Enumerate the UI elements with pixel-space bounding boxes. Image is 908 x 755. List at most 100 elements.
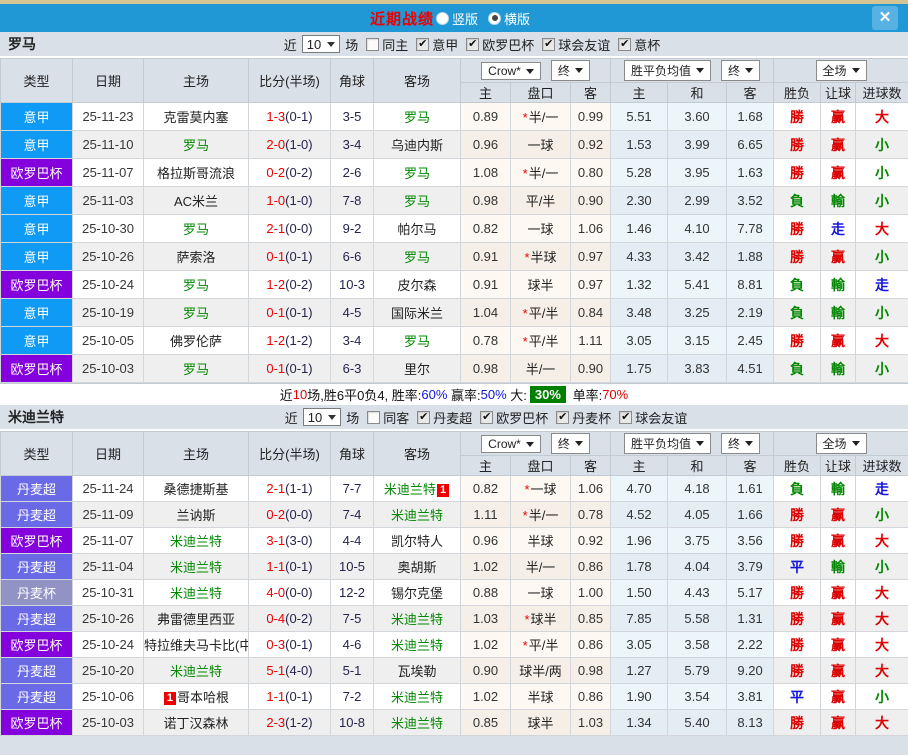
fulltime-score: 0-3 [266, 637, 285, 652]
summary-segment: 大: [507, 385, 527, 404]
league-filter-checkbox[interactable]: ✔ [480, 411, 493, 424]
fullmatch-select[interactable]: 全场 [816, 433, 867, 454]
league-filter-checkbox[interactable]: ✔ [416, 38, 429, 51]
match-count-select[interactable]: 10 [303, 408, 341, 426]
result-handicap: 赢 [821, 658, 856, 684]
away-team: 米迪兰特 [374, 606, 461, 632]
score-cell: 0-4(0-2) [249, 606, 331, 632]
home-team: 罗马 [144, 271, 249, 299]
crow-select[interactable]: Crow* [481, 435, 541, 453]
corner-score: 5-1 [331, 658, 374, 684]
league-badge: 丹麦超 [1, 606, 73, 632]
crow-home-odds: 0.88 [461, 580, 511, 606]
result-handicap: 赢 [821, 606, 856, 632]
crow-home-odds: 1.11 [461, 502, 511, 528]
summary-segment: 10 [293, 387, 307, 402]
corner-score: 6-3 [331, 355, 374, 383]
corner-score: 4-6 [331, 632, 374, 658]
home-team: 佛罗伦萨 [144, 327, 249, 355]
mean-home-odds: 1.32 [611, 271, 668, 299]
summary-segment: 场,胜6平0负4, 胜率: [307, 385, 421, 404]
result-handicap: 赢 [821, 684, 856, 710]
match-date: 25-10-31 [73, 580, 144, 606]
mean-select[interactable]: 胜平负均值 [624, 60, 711, 81]
chevron-down-icon [745, 441, 753, 446]
chevron-down-icon [328, 415, 336, 420]
result-goals: 大 [856, 215, 908, 243]
crow-home-odds: 0.82 [461, 476, 511, 502]
result-wdl: 平 [774, 554, 821, 580]
radio-horizontal-label[interactable]: 横版 [504, 9, 530, 28]
handicap-line: 半球 [511, 684, 571, 710]
crow-away-odds: 1.06 [571, 476, 611, 502]
handicap-star: * [523, 110, 528, 125]
result-goals: 大 [856, 658, 908, 684]
same-venue-checkbox[interactable] [366, 38, 379, 51]
dialog-title: 近期战绩 [370, 8, 434, 29]
col-header-type: 类型 [1, 432, 73, 476]
score-cell: 2-1(0-0) [249, 215, 331, 243]
fulltime-score: 1-0 [266, 193, 285, 208]
result-handicap: 輸 [821, 271, 856, 299]
result-handicap: 赢 [821, 632, 856, 658]
league-filter-checkbox[interactable]: ✔ [619, 411, 632, 424]
league-badge: 欧罗巴杯 [1, 632, 73, 658]
away-team: 罗马 [374, 327, 461, 355]
chevron-down-icon [852, 68, 860, 73]
match-count-select[interactable]: 10 [302, 35, 340, 53]
games-label: 场 [345, 35, 358, 54]
final-odds-select[interactable]: 终 [551, 60, 590, 81]
mean-final-select[interactable]: 终 [721, 60, 760, 81]
match-date: 25-10-20 [73, 658, 144, 684]
result-goals: 走 [856, 271, 908, 299]
match-row: 丹麦超 25-10-20 米迪兰特 5-1(4-0) 5-1 瓦埃勒 0.90 … [1, 658, 908, 684]
score-cell: 1-2(0-2) [249, 271, 331, 299]
same-venue-checkbox[interactable] [367, 411, 380, 424]
mean-odds-header: 胜平负均值终 [611, 432, 774, 456]
mean-away-odds: 6.65 [727, 131, 774, 159]
score-cell: 5-1(4-0) [249, 658, 331, 684]
mean-draw-odds: 4.04 [668, 554, 727, 580]
match-date: 25-10-30 [73, 215, 144, 243]
mean-final-select[interactable]: 终 [721, 433, 760, 454]
result-wdl: 勝 [774, 658, 821, 684]
match-date: 25-10-06 [73, 684, 144, 710]
mean-away-odds: 8.81 [727, 271, 774, 299]
home-team: 桑德捷斯基 [144, 476, 249, 502]
league-filter-label: 欧罗巴杯 [496, 408, 548, 427]
match-row: 意甲 25-11-10 罗马 2-0(1-0) 3-4 乌迪内斯 0.96 一球… [1, 131, 908, 159]
corner-score: 6-6 [331, 243, 374, 271]
league-filter-checkbox[interactable]: ✔ [466, 38, 479, 51]
fullmatch-select[interactable]: 全场 [816, 60, 867, 81]
league-filter-checkbox[interactable]: ✔ [542, 38, 555, 51]
handicap-line: *平/半 [511, 632, 571, 658]
league-filter-checkbox[interactable]: ✔ [556, 411, 569, 424]
fulltime-score: 1-1 [266, 559, 285, 574]
crow-select[interactable]: Crow* [481, 62, 541, 80]
corner-score: 4-4 [331, 528, 374, 554]
score-cell: 1-1(0-1) [249, 554, 331, 580]
final-odds-select[interactable]: 终 [551, 433, 590, 454]
handicap-star: * [523, 306, 528, 321]
crow-away-odds: 0.86 [571, 632, 611, 658]
mean-home-odds: 5.28 [611, 159, 668, 187]
summary-segment: 近 [280, 385, 293, 404]
league-filter-checkbox[interactable]: ✔ [417, 411, 430, 424]
score-cell: 0-2(0-2) [249, 159, 331, 187]
radio-horizontal-layout[interactable] [488, 12, 501, 25]
corner-score: 3-5 [331, 103, 374, 131]
halftime-score: (0-1) [285, 689, 312, 704]
handicap-star: * [523, 508, 528, 523]
away-team: 罗马 [374, 187, 461, 215]
close-button[interactable]: ✕ [872, 6, 898, 30]
home-team: 米迪兰特 [144, 528, 249, 554]
handicap-line: *球半 [511, 606, 571, 632]
league-filter-checkbox[interactable]: ✔ [618, 38, 631, 51]
mean-select[interactable]: 胜平负均值 [624, 433, 711, 454]
result-goals: 小 [856, 502, 908, 528]
subcol-header-6: 胜负 [774, 456, 821, 476]
away-team: 里尔 [374, 355, 461, 383]
halftime-score: (0-1) [285, 305, 312, 320]
radio-vertical-label[interactable]: 竖版 [452, 9, 478, 28]
radio-vertical-layout[interactable] [436, 12, 449, 25]
